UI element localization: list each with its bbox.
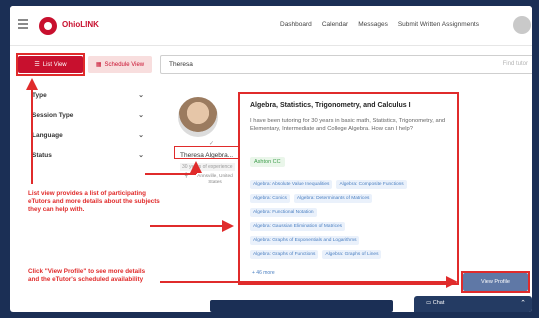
tutor-experience: 30 years of experience [180, 163, 235, 171]
chat-label: ▭ Chat [426, 300, 445, 306]
hamburger-menu-icon[interactable] [18, 19, 28, 29]
schedule-view-label: Schedule View [104, 61, 145, 68]
app-screen: OhioLINK Dashboard Calendar Messages Sub… [10, 6, 532, 312]
subject-card: Algebra, Statistics, Trigonometry, and C… [238, 92, 459, 285]
filter-status[interactable]: Status ⌄ [32, 152, 144, 164]
tutor-highlight-box [174, 146, 239, 159]
chat-bubble-icon: ▭ [426, 300, 432, 306]
calendar-icon: ▦ [95, 62, 102, 68]
list-view-highlight-box [16, 53, 85, 76]
education-chip: Ashton CC [250, 157, 285, 167]
nav-link-dashboard[interactable]: Dashboard [280, 21, 312, 28]
subject-tag: Algebra: Graphs of Exponentials and Loga… [250, 236, 360, 245]
subject-tag: Algebra: Absolute Value Inequalities [250, 180, 333, 189]
chevron-down-icon: ⌄ [138, 92, 144, 99]
nav-link-submit-written-assignments[interactable]: Submit Written Assignments [398, 21, 479, 28]
chevron-up-icon[interactable]: ⌃ [520, 299, 526, 307]
search-value: Theresa [169, 61, 193, 68]
top-navigation: OhioLINK Dashboard Calendar Messages Sub… [10, 6, 532, 46]
presentation-frame: OhioLINK Dashboard Calendar Messages Sub… [0, 0, 539, 318]
filter-label: Status [32, 152, 52, 159]
filter-label: Type [32, 92, 47, 99]
subject-tag: Algebra: Composite Functions [336, 180, 407, 189]
subject-tag: Algebra: Functional Notation [250, 208, 317, 217]
ohiolink-logo-icon [39, 17, 57, 35]
chat-widget[interactable]: ▭ Chat ⌃ [414, 296, 532, 312]
find-tutor-button[interactable]: Find tutor [503, 61, 528, 67]
subject-description: I have been tutoring for 30 years in bas… [250, 118, 446, 132]
subject-tag: Algebra: Conics [250, 194, 290, 203]
schedule-view-button[interactable]: ▦ Schedule View [88, 56, 152, 73]
filter-label: Language [32, 132, 63, 139]
annotation-list-view: List view provides a list of participati… [28, 190, 160, 213]
filter-language[interactable]: Language ⌄ [32, 132, 144, 144]
subject-tag: Algebra: Determinants of Matrices [293, 194, 373, 203]
nav-link-calendar[interactable]: Calendar [322, 21, 348, 28]
view-profile-highlight-box [461, 271, 530, 293]
annotation-view-profile: Click "View Profile" to see more details… [28, 268, 146, 283]
app-logo-text: OhioLINK [62, 20, 99, 29]
subject-tags: Algebra: Absolute Value Inequalities Alg… [250, 180, 450, 264]
filter-type[interactable]: Type ⌄ [32, 92, 144, 104]
nav-link-messages[interactable]: Messages [358, 21, 388, 28]
chevron-down-icon: ⌄ [138, 132, 144, 139]
more-subjects-link[interactable]: + 46 more [252, 270, 275, 276]
search-input[interactable]: Theresa Find tutor [160, 55, 532, 74]
tutor-location: Annsville, United States [197, 174, 233, 185]
chevron-down-icon: ⌄ [138, 152, 144, 159]
chevron-down-icon: ⌄ [138, 112, 144, 119]
subject-tag: Algebra: Graphs of Functions [250, 250, 319, 259]
subject-title: Algebra, Statistics, Trigonometry, and C… [250, 102, 411, 109]
tutor-photo [178, 97, 218, 137]
filter-label: Session Type [32, 112, 74, 119]
nav-links: Dashboard Calendar Messages Submit Writt… [280, 21, 479, 28]
subject-tag: Algebra: Graphs of Lines [322, 250, 382, 259]
location-pin-icon: ⚲ [184, 173, 189, 179]
subject-tag: Algebra: Gaussian Elimination of Matrice… [250, 222, 346, 231]
user-avatar[interactable] [513, 16, 531, 34]
bottom-dark-panel [210, 300, 393, 312]
filter-session-type[interactable]: Session Type ⌄ [32, 112, 144, 124]
